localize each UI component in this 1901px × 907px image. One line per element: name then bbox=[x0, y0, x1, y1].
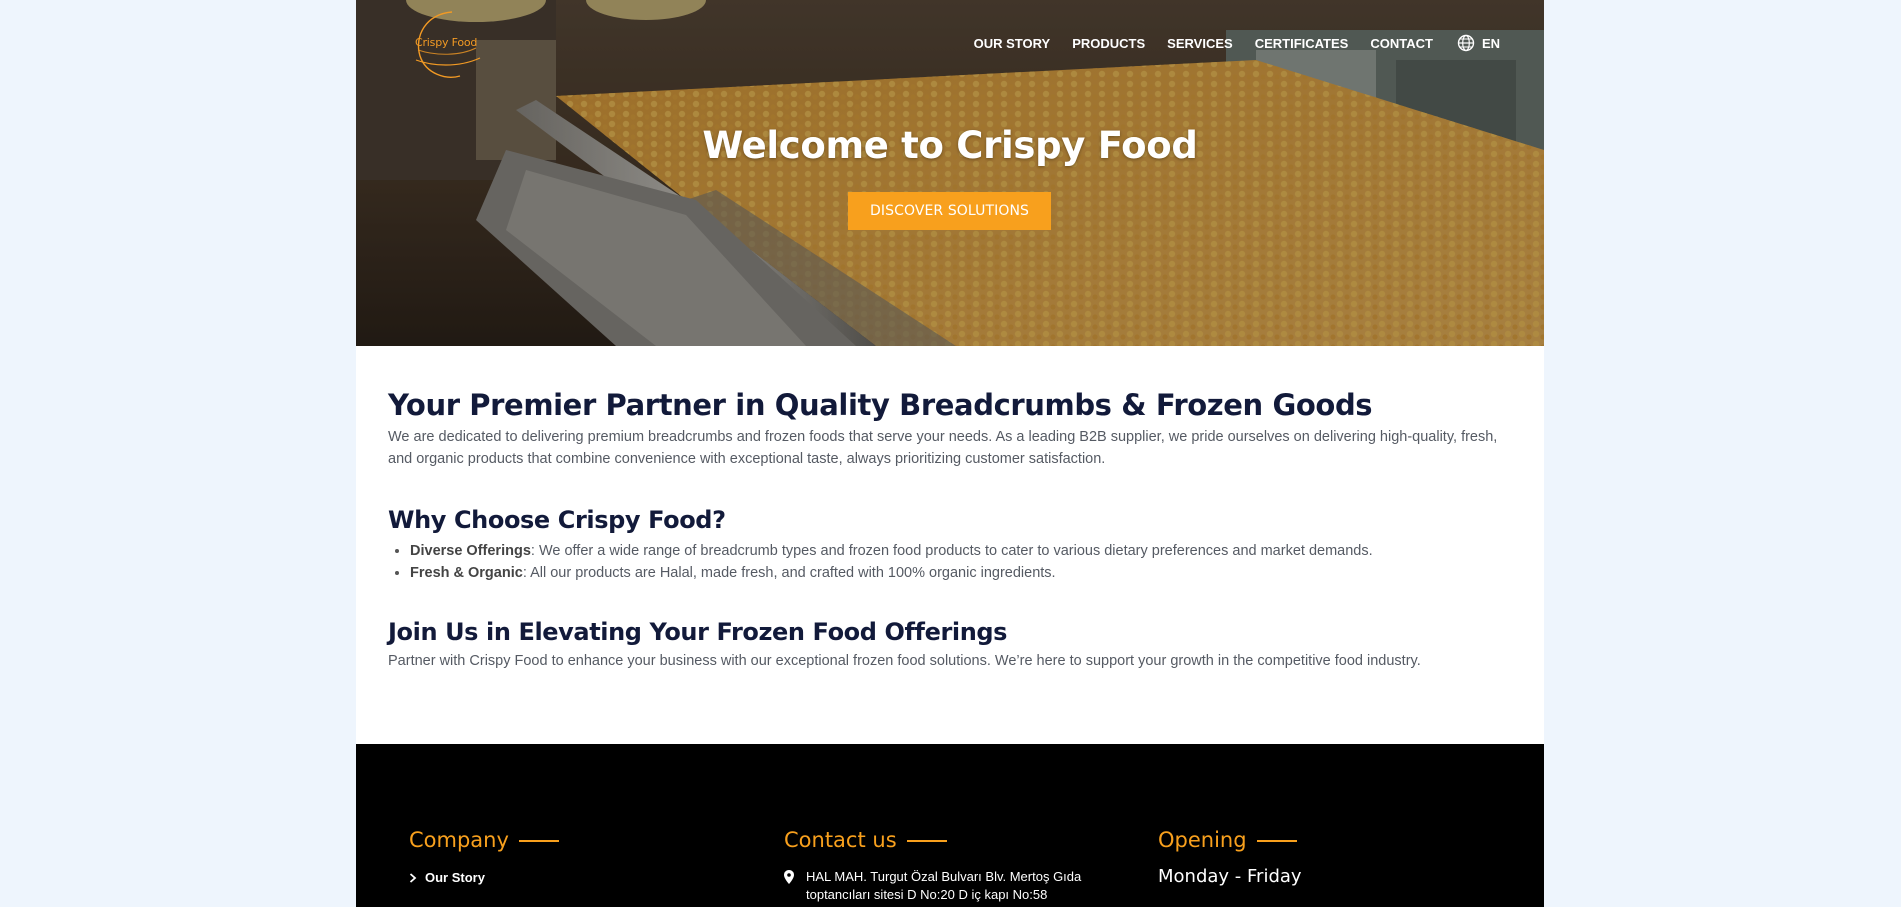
hero-title: Welcome to Crispy Food bbox=[702, 124, 1198, 167]
intro-text: We are dedicated to delivering premium b… bbox=[388, 429, 1498, 467]
crispy-food-logo[interactable]: Crispy Food bbox=[406, 10, 486, 82]
nav-contact[interactable]: CONTACT bbox=[1370, 36, 1433, 51]
globe-icon bbox=[1457, 34, 1475, 52]
footer-opening: Opening Monday - Friday bbox=[1158, 828, 1302, 887]
nav-certificates[interactable]: CERTIFICATES bbox=[1255, 36, 1349, 51]
footer-contact-heading: Contact us bbox=[784, 828, 897, 852]
nav-products[interactable]: PRODUCTS bbox=[1072, 36, 1145, 51]
list-item: Fresh & Organic: All our products are Ha… bbox=[410, 562, 1518, 584]
map-pin-icon bbox=[784, 870, 794, 884]
list-item-text: : We offer a wide range of breadcrumb ty… bbox=[530, 543, 1373, 559]
footer-opening-heading: Opening bbox=[1158, 828, 1247, 852]
nav-services[interactable]: SERVICES bbox=[1167, 36, 1233, 51]
chevron-right-icon bbox=[409, 872, 417, 883]
footer: Company Our Story Contact us HAL MAH. Tu… bbox=[356, 744, 1544, 907]
footer-company: Company Our Story bbox=[409, 828, 559, 885]
footer-link-label: Our Story bbox=[425, 870, 485, 885]
page: Crispy Food OUR STORY PRODUCTS SERVICES … bbox=[356, 0, 1544, 907]
heading-underline bbox=[1256, 840, 1297, 842]
join-heading: Join Us in Elevating Your Frozen Food Of… bbox=[388, 618, 1008, 646]
list-item-title: Diverse Offerings bbox=[410, 543, 531, 559]
footer-link-our-story[interactable]: Our Story bbox=[409, 870, 559, 885]
footer-heading: Opening bbox=[1158, 828, 1302, 852]
footer-address: HAL MAH. Turgut Özal Bulvarı Blv. Mertoş… bbox=[784, 868, 1114, 904]
list-item-text: : All our products are Halal, made fresh… bbox=[522, 565, 1056, 581]
logo-text: Crispy Food bbox=[415, 36, 478, 49]
language-label: EN bbox=[1481, 35, 1500, 51]
why-list: Diverse Offerings: We offer a wide range… bbox=[388, 540, 1518, 584]
main-content: Your Premier Partner in Quality Breadcru… bbox=[388, 388, 1518, 672]
footer-address-text: HAL MAH. Turgut Özal Bulvarı Blv. Mertoş… bbox=[806, 869, 1082, 902]
footer-heading: Contact us bbox=[784, 828, 1114, 852]
hero-banner: Crispy Food OUR STORY PRODUCTS SERVICES … bbox=[356, 0, 1544, 346]
why-heading: Why Choose Crispy Food? bbox=[388, 506, 726, 534]
discover-solutions-button[interactable]: DISCOVER SOLUTIONS bbox=[848, 192, 1051, 230]
heading-underline bbox=[906, 840, 947, 842]
heading-underline bbox=[518, 840, 559, 842]
opening-days: Monday - Friday bbox=[1158, 866, 1302, 887]
list-item: Diverse Offerings: We offer a wide range… bbox=[410, 540, 1518, 562]
main-nav: OUR STORY PRODUCTS SERVICES CERTIFICATES… bbox=[952, 34, 1500, 52]
footer-company-heading: Company bbox=[409, 828, 509, 852]
footer-contact: Contact us HAL MAH. Turgut Özal Bulvarı … bbox=[784, 828, 1114, 904]
nav-our-story[interactable]: OUR STORY bbox=[974, 36, 1051, 51]
list-item-title: Fresh & Organic bbox=[410, 565, 523, 581]
language-selector[interactable]: EN bbox=[1457, 34, 1500, 52]
footer-heading: Company bbox=[409, 828, 559, 852]
intro-heading: Your Premier Partner in Quality Breadcru… bbox=[388, 388, 1373, 422]
join-text: Partner with Crispy Food to enhance your… bbox=[388, 653, 1421, 669]
